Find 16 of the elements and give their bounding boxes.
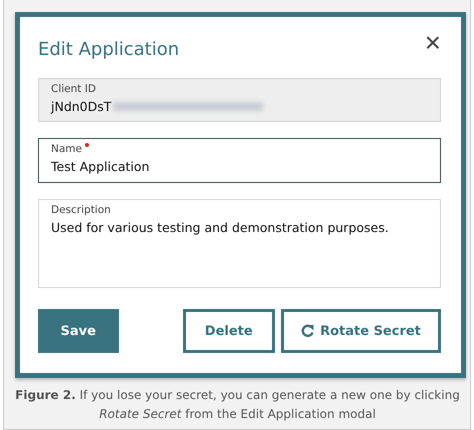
field-value: Used for various testing and demonstration purposes. [51,220,389,235]
save-button[interactable]: Save [38,309,119,353]
input-field[interactable]: Description Used for various testing and demonstration purposes. [38,199,441,288]
field-label: Name [51,143,428,155]
close-button[interactable]: × [424,31,441,55]
field-value: Test Application [51,159,150,174]
delete-button[interactable]: Delete [182,309,275,353]
field-label: Client ID [51,83,97,95]
figure-caption: Figure 2. If you lose your secret, you can generate a new one by clicking Rotate Secret from the Edit Application modal [14,387,461,423]
rotate-secret-button[interactable]: Rotate Secret [280,309,441,353]
client-id-field[interactable]: Client ID jNdn0DsT [38,78,441,122]
refresh-icon [301,324,314,338]
modal-title: Edit Application [38,39,180,60]
field-label: Description [51,204,112,216]
input-field[interactable]: Name Test Application [38,138,441,183]
field-value: jNdn0DsT [51,99,112,114]
